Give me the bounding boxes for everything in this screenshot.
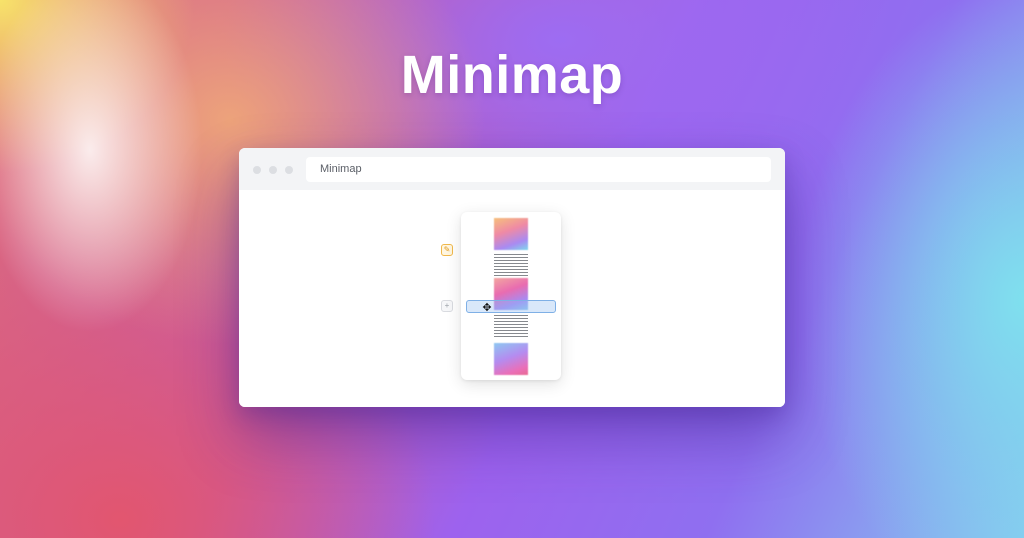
minimap-text-block [494,315,528,339]
minimap-panel[interactable]: ✥ [461,212,561,380]
add-button[interactable]: + [441,300,453,312]
minimap-image-thumbnail [494,343,528,375]
plus-icon: + [444,301,450,310]
minimap-viewport-indicator[interactable] [466,300,556,313]
page-content: ✎ + ✥ [239,190,785,407]
address-bar[interactable]: Minimap [306,157,771,182]
address-bar-text: Minimap [320,163,362,175]
maximize-dot[interactable] [285,166,293,174]
move-cursor-icon: ✥ [482,302,492,314]
minimap-image-thumbnail [494,218,528,250]
compass-button[interactable]: ✎ [441,244,453,256]
page-title: Minimap [400,45,624,105]
compass-icon: ✎ [443,245,451,254]
close-dot[interactable] [253,166,261,174]
minimize-dot[interactable] [269,166,277,174]
minimap-text-block [494,254,528,278]
browser-window: Minimap ✎ + ✥ [239,148,785,407]
window-titlebar: Minimap [239,148,785,190]
